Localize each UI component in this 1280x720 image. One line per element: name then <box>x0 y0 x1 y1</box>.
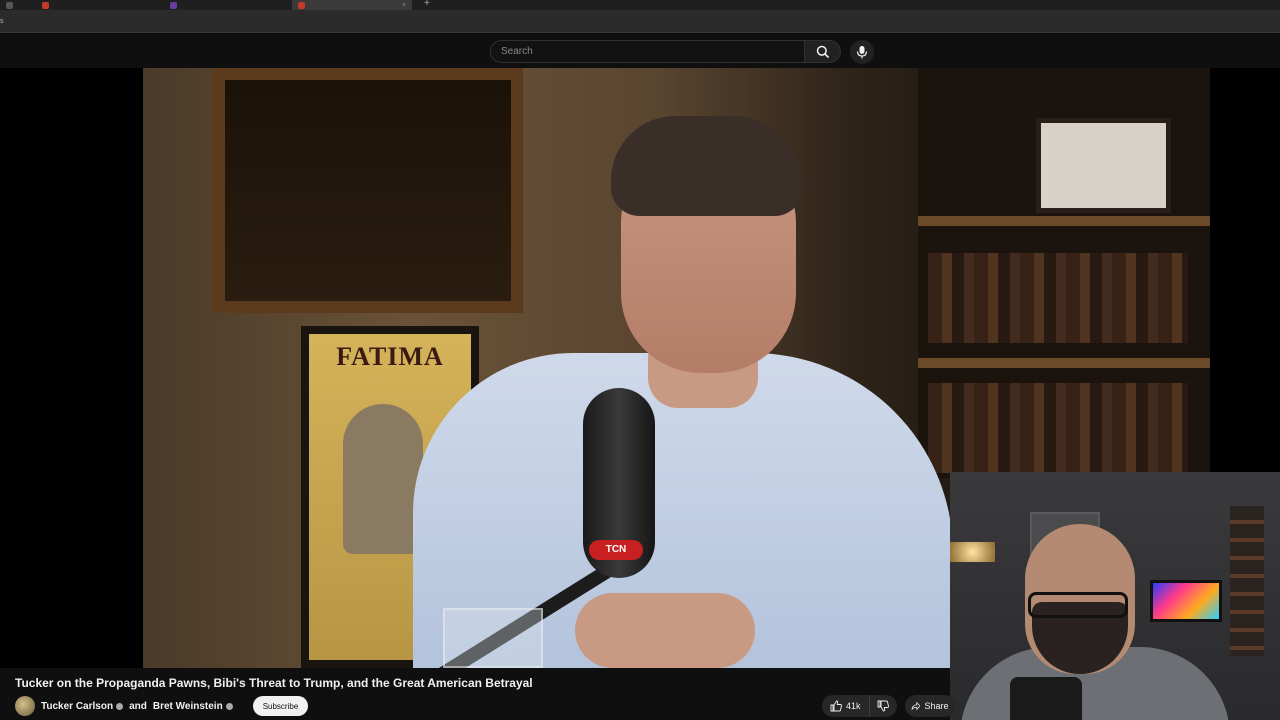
browser-tab[interactable] <box>164 0 292 10</box>
book-row <box>928 383 1188 473</box>
masthead: Search <box>0 33 1280 68</box>
search-input[interactable]: Search <box>490 40 804 63</box>
owner-row: Tucker Carlson and Bret Weinstein Subscr… <box>15 695 309 717</box>
tumbler-cup <box>1010 677 1082 720</box>
webcam-bookshelf <box>1230 506 1264 656</box>
dislike-button[interactable] <box>868 695 897 717</box>
browser-tab[interactable] <box>0 0 36 10</box>
bookshelf <box>918 68 1210 478</box>
poster-title: FATIMA <box>336 342 444 371</box>
search-icon <box>816 45 829 58</box>
like-button[interactable]: 41k <box>822 695 869 717</box>
thumbs-up-icon <box>830 700 842 712</box>
shelf-board <box>918 216 1210 226</box>
verified-badge-icon <box>116 702 124 710</box>
water-glass <box>443 608 543 668</box>
monitor-screen <box>1150 580 1222 622</box>
browser-toolbar: s <box>0 10 1280 33</box>
browser-tab[interactable] <box>36 0 164 10</box>
channel-avatar[interactable] <box>15 696 35 716</box>
poster-portrait <box>343 404 423 554</box>
wall-art-frame <box>213 68 523 313</box>
thumbs-down-icon <box>877 700 889 712</box>
share-label: Share <box>924 701 949 711</box>
channel-name-2-text: Bret Weinstein <box>152 700 223 712</box>
share-button[interactable]: Share <box>904 695 955 717</box>
tab-favicon-icon <box>298 1 305 9</box>
collab-and-text: and <box>129 700 147 712</box>
search-button[interactable] <box>804 40 841 63</box>
new-tab-button[interactable]: + <box>424 0 430 9</box>
shelf-board <box>918 358 1210 368</box>
tab-favicon-icon <box>6 1 13 9</box>
microphone-icon <box>856 46 868 59</box>
channel-name-2[interactable]: Bret Weinstein <box>153 701 233 712</box>
webcam-overlay <box>950 472 1280 720</box>
video-details: Tucker on the Propaganda Pawns, Bibi's T… <box>0 668 955 720</box>
action-bar: 41k Share <box>822 695 955 717</box>
host-hair <box>611 116 803 216</box>
youtube-watch-page: × + s Search FATIMA TCN Tucker on the Pr… <box>0 0 1280 720</box>
channel-name-1[interactable]: Tucker Carlson <box>41 700 124 712</box>
toolbar-left-text: s <box>0 18 4 25</box>
search-placeholder: Search <box>501 46 533 57</box>
browser-tab-active[interactable]: × <box>292 0 412 10</box>
video-title: Tucker on the Propaganda Pawns, Bibi's T… <box>15 676 533 690</box>
book-row <box>928 253 1188 343</box>
tab-close-icon[interactable]: × <box>402 2 406 9</box>
like-count: 41k <box>846 701 861 711</box>
mic-badge: TCN <box>589 540 643 560</box>
host-hand <box>575 593 755 668</box>
voice-search-button[interactable] <box>850 40 874 64</box>
streamer-glasses <box>1028 592 1128 618</box>
subscribe-button[interactable]: Subscribe <box>252 696 309 716</box>
tab-favicon-icon <box>42 1 49 9</box>
framed-photo <box>1036 118 1171 213</box>
channel-name-1-text: Tucker Carlson <box>41 700 114 712</box>
browser-tab-strip: × + <box>0 0 1280 10</box>
verified-badge-icon <box>225 702 233 710</box>
share-arrow-icon <box>910 701 921 711</box>
lamp <box>950 542 995 562</box>
tab-favicon-icon <box>170 1 177 9</box>
studio-microphone: TCN <box>583 388 655 578</box>
